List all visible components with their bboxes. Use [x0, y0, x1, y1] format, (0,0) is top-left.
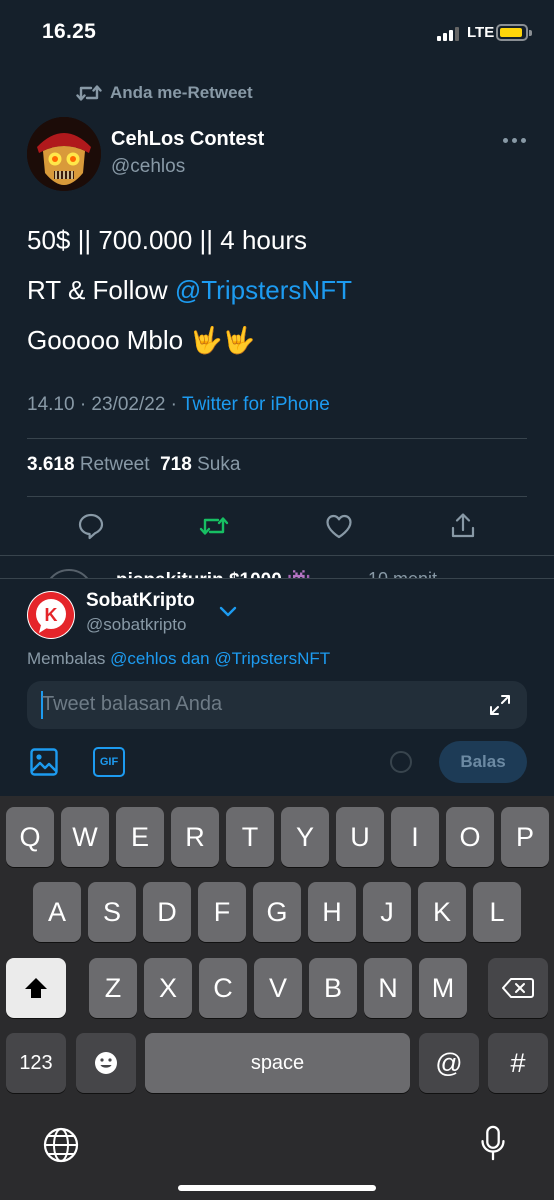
replying-to: Membalas @cehlos dan @TripstersNFT [27, 649, 330, 669]
divider [0, 555, 554, 556]
tweet-meta: 14.10 · 23/02/22 · Twitter for iPhone [27, 394, 330, 416]
character-count-circle [390, 751, 412, 773]
key-o[interactable]: O [446, 807, 494, 867]
tweet-text-line1: 50$ || 700.000 || 4 hours [27, 225, 307, 255]
microphone-icon[interactable] [474, 1124, 512, 1162]
image-icon[interactable] [29, 747, 59, 777]
signal-icon [437, 27, 461, 41]
replying-to-prefix: Membalas [27, 649, 111, 668]
keyboard: QWERTYUIOP ASDFGHJKL ZXCVBNM 123 space @… [0, 796, 554, 1200]
sobatkripto-logo: K [28, 592, 74, 638]
key-l[interactable]: L [473, 882, 521, 942]
reply-composer: K SobatKripto @sobatkripto Membalas @ceh… [0, 578, 554, 796]
author-name[interactable]: CehLos Contest [111, 128, 264, 151]
skull-avatar-image [27, 117, 101, 191]
backspace-key[interactable] [488, 958, 548, 1018]
key-i[interactable]: I [391, 807, 439, 867]
key-j[interactable]: J [363, 882, 411, 942]
numbers-key[interactable]: 123 [6, 1033, 66, 1093]
space-key[interactable]: space [145, 1033, 410, 1093]
key-x[interactable]: X [144, 958, 192, 1018]
user-handle: @sobatkripto [86, 615, 187, 634]
like-count-label[interactable]: Suka [197, 454, 240, 475]
key-k[interactable]: K [418, 882, 466, 942]
reply-button[interactable]: Balas [439, 741, 527, 783]
tweet-timestamp: 14.10 · 23/02/22 · [27, 394, 182, 415]
like-count[interactable]: 718 [160, 454, 192, 475]
tweet-text-line2-prefix: RT & Follow [27, 275, 175, 305]
key-r[interactable]: R [171, 807, 219, 867]
network-label: LTE [467, 24, 495, 41]
status-time: 16.25 [42, 20, 97, 43]
like-icon[interactable] [324, 511, 354, 541]
svg-text:K: K [45, 605, 58, 625]
status-bar: 16.25 LTE [0, 0, 554, 70]
tweet-source-link[interactable]: Twitter for iPhone [182, 394, 330, 415]
key-m[interactable]: M [419, 958, 467, 1018]
battery-icon [496, 24, 532, 41]
tweet-text-line2: RT & Follow @TripstersNFT [27, 274, 352, 306]
reply-input-placeholder: Tweet balasan Anda [42, 693, 223, 715]
next-reply-peek[interactable]: pispakiturin $1000 👾 10 menit [0, 557, 554, 579]
divider [27, 496, 527, 497]
key-z[interactable]: Z [89, 958, 137, 1018]
key-d[interactable]: D [143, 882, 191, 942]
key-h[interactable]: H [308, 882, 356, 942]
user-name: SobatKripto [86, 590, 195, 611]
key-g[interactable]: G [253, 882, 301, 942]
emoji-icon [95, 1052, 117, 1074]
more-options-icon[interactable] [503, 132, 527, 148]
key-p[interactable]: P [501, 807, 549, 867]
key-e[interactable]: E [116, 807, 164, 867]
key-a[interactable]: A [33, 882, 81, 942]
reply-input[interactable]: Tweet balasan Anda [27, 681, 527, 729]
at-key[interactable]: @ [419, 1033, 479, 1093]
key-u[interactable]: U [336, 807, 384, 867]
key-f[interactable]: F [198, 882, 246, 942]
key-n[interactable]: N [364, 958, 412, 1018]
tweet-text-line3-text: Gooooo Mblo [27, 325, 191, 355]
emoji-key[interactable] [76, 1033, 136, 1093]
replying-to-mentions[interactable]: @cehlos dan @TripstersNFT [110, 649, 330, 668]
author-avatar[interactable] [27, 117, 101, 191]
shift-arrow-icon [25, 978, 47, 998]
key-v[interactable]: V [254, 958, 302, 1018]
retweet-indicator: Anda me-Retweet [76, 80, 253, 106]
author-handle[interactable]: @cehlos [111, 156, 185, 178]
key-w[interactable]: W [61, 807, 109, 867]
retweet-small-icon [76, 85, 102, 101]
retweet-count[interactable]: 3.618 [27, 454, 75, 475]
home-indicator [178, 1185, 376, 1191]
tweet-stats: 3.618 Retweet 718 Suka [27, 454, 240, 476]
backspace-icon [502, 978, 534, 998]
retweet-count-label[interactable]: Retweet [80, 454, 150, 475]
user-avatar[interactable]: K [27, 591, 75, 639]
gif-icon[interactable]: GIF [93, 747, 125, 777]
shift-key[interactable] [6, 958, 66, 1018]
share-icon[interactable] [448, 511, 478, 541]
key-b[interactable]: B [309, 958, 357, 1018]
key-y[interactable]: Y [281, 807, 329, 867]
chevron-down-icon[interactable] [219, 605, 237, 617]
reply-icon[interactable] [76, 511, 106, 541]
tweet-text-line3: Gooooo Mblo 🤟🤟 [27, 324, 255, 356]
mention-link[interactable]: @TripstersNFT [175, 275, 352, 305]
hash-key[interactable]: # [488, 1033, 548, 1093]
retweet-icon[interactable] [199, 511, 229, 541]
globe-icon[interactable] [42, 1126, 80, 1164]
expand-icon[interactable] [488, 693, 512, 717]
key-t[interactable]: T [226, 807, 274, 867]
key-c[interactable]: C [199, 958, 247, 1018]
key-s[interactable]: S [88, 882, 136, 942]
key-q[interactable]: Q [6, 807, 54, 867]
divider [27, 438, 527, 439]
retweet-indicator-label: Anda me-Retweet [110, 83, 253, 102]
rock-hand-emoji: 🤟🤟 [190, 325, 256, 355]
